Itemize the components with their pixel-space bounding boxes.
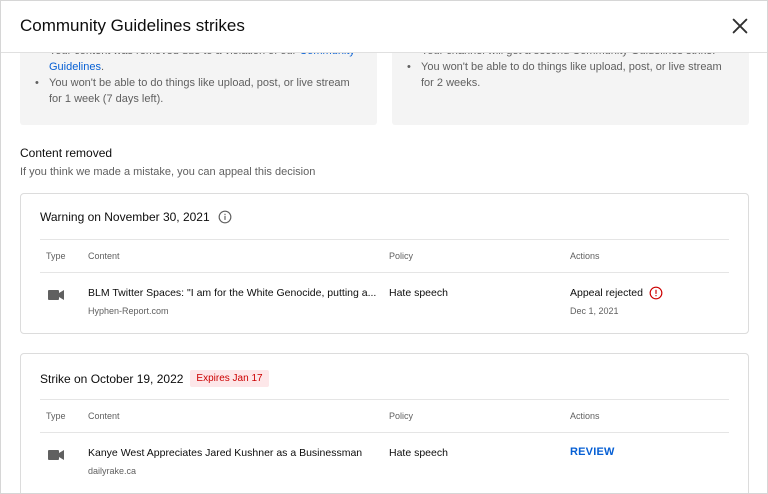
table-header: Type Content Policy Actions bbox=[40, 239, 729, 273]
header-actions: Actions bbox=[570, 411, 600, 421]
strike-card: Strike on October 19, 2022 Expires Jan 1… bbox=[20, 353, 749, 493]
penalty-item: You won't be able to do things like uplo… bbox=[32, 75, 365, 107]
card-heading: Warning on November 30, 2021 bbox=[40, 210, 232, 224]
close-icon bbox=[732, 18, 748, 34]
dialog-header: Community Guidelines strikes bbox=[1, 1, 767, 53]
dialog-title: Community Guidelines strikes bbox=[20, 16, 245, 35]
content-removed-subtitle: If you think we made a mistake, you can … bbox=[20, 166, 316, 178]
card-heading: Strike on October 19, 2022 Expires Jan 1… bbox=[40, 370, 269, 387]
table-row: Kanye West Appreciates Jared Kushner as … bbox=[40, 433, 729, 488]
content-source: Hyphen-Report.com bbox=[88, 306, 169, 316]
table-row: BLM Twitter Spaces: "I am for the White … bbox=[40, 273, 729, 328]
header-policy: Policy bbox=[389, 251, 414, 261]
header-type: Type bbox=[46, 411, 66, 421]
card-heading-text: Warning on November 30, 2021 bbox=[40, 210, 210, 224]
dialog-content: Your content was removed due to a violat… bbox=[1, 1, 767, 493]
video-camera-icon bbox=[48, 289, 64, 301]
appeal-status-text: Appeal rejected bbox=[570, 287, 643, 299]
header-type: Type bbox=[46, 251, 66, 261]
close-button[interactable] bbox=[729, 15, 751, 37]
card-heading-text: Strike on October 19, 2022 bbox=[40, 371, 184, 386]
content-removed-title: Content removed bbox=[20, 146, 113, 160]
content-source: dailyrake.ca bbox=[88, 466, 137, 476]
header-content: Content bbox=[88, 251, 120, 261]
content-title[interactable]: BLM Twitter Spaces: "I am for the White … bbox=[88, 287, 378, 299]
table-header: Type Content Policy Actions bbox=[40, 399, 729, 433]
appeal-status: Appeal rejected bbox=[570, 286, 663, 300]
header-actions: Actions bbox=[570, 251, 600, 261]
policy-value: Hate speech bbox=[389, 447, 448, 459]
video-camera-icon bbox=[48, 449, 64, 461]
expiry-badge: Expires Jan 17 bbox=[190, 370, 269, 387]
content-title[interactable]: Kanye West Appreciates Jared Kushner as … bbox=[88, 447, 378, 459]
info-icon[interactable] bbox=[218, 210, 232, 224]
strikes-dialog: Your content was removed due to a violat… bbox=[0, 0, 768, 494]
header-policy: Policy bbox=[389, 411, 414, 421]
header-content: Content bbox=[88, 411, 120, 421]
appeal-date: Dec 1, 2021 bbox=[570, 306, 619, 316]
error-icon[interactable] bbox=[649, 286, 663, 300]
policy-value: Hate speech bbox=[389, 287, 448, 299]
penalty-item: You won't be able to do things like uplo… bbox=[404, 59, 737, 91]
warning-card: Warning on November 30, 2021 Type Conten… bbox=[20, 193, 749, 334]
review-button[interactable]: REVIEW bbox=[570, 446, 615, 458]
